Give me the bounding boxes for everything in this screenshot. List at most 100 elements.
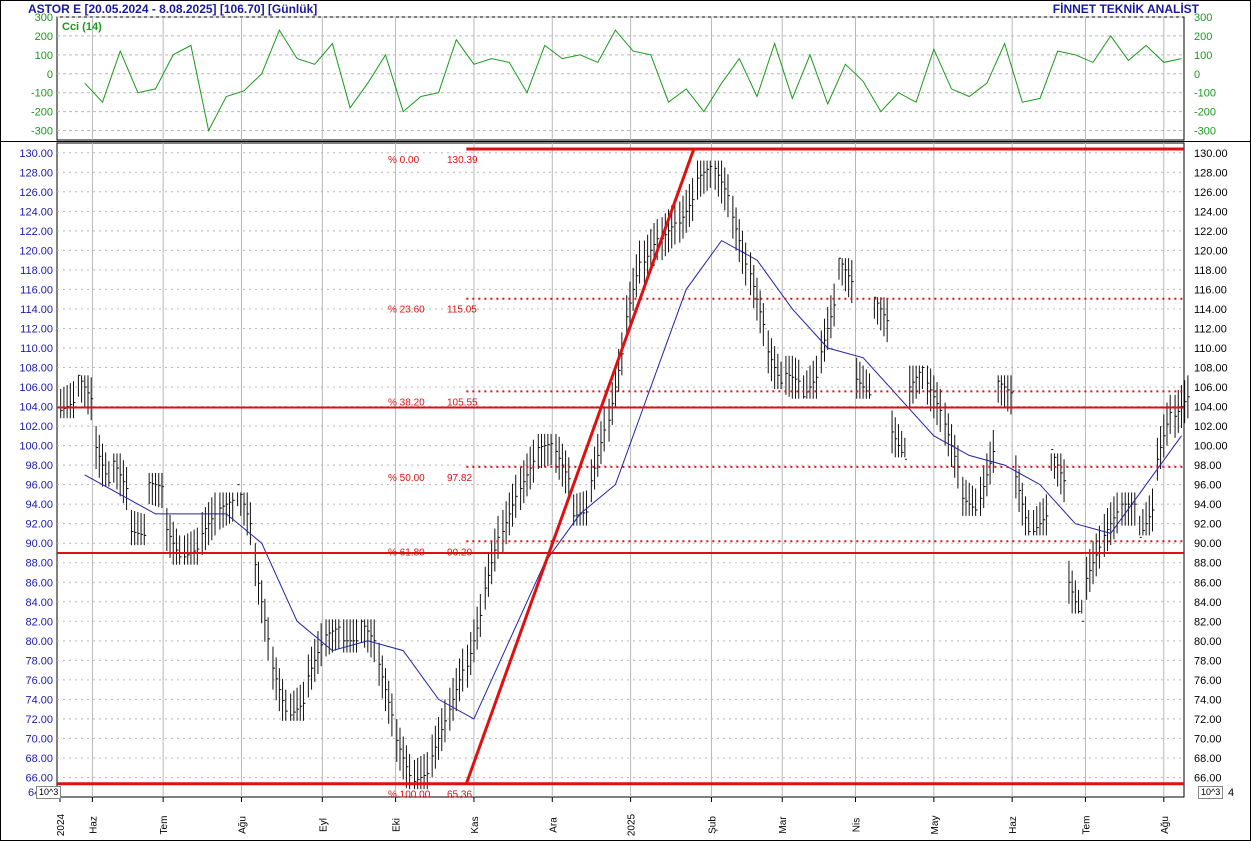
price-tick-left: 96.00 — [25, 480, 53, 492]
price-tick-left: 108.00 — [19, 363, 53, 375]
price-tick-right: 114.00 — [1194, 304, 1227, 316]
x-tick-label: May — [930, 816, 941, 835]
price-tick-left: 118.00 — [20, 265, 53, 277]
fib-pct-label: % 50.00 — [388, 473, 425, 484]
fib-value-label: 130.39 — [447, 155, 478, 166]
price-tick-left: 104.00 — [19, 402, 53, 414]
ind-tick-right: 200 — [1194, 31, 1212, 43]
x-tick-label: Eki — [392, 818, 403, 832]
price-tick-left: 116.00 — [20, 284, 53, 296]
price-tick-left: 98.00 — [25, 460, 53, 472]
price-tick-right: 124.00 — [1194, 206, 1228, 218]
fib-value-label: 115.05 — [447, 305, 477, 316]
x-tick-label: Haz — [1008, 816, 1019, 834]
vendor-label: FİNNET TEKNİK ANALİST — [1052, 2, 1199, 16]
price-tick-right: 94.00 — [1194, 499, 1222, 511]
x-tick-label: Ara — [548, 817, 559, 833]
price-tick-right: 100.00 — [1194, 441, 1228, 453]
moving-average-line — [84, 239, 1182, 720]
x-tick-label: Tem — [1081, 816, 1092, 835]
chart-canvas: 2024 Haz Tem Ağu Eyl Eki Kas Ara 2025 Şub Mar Nis Ma… — [0, 0, 1251, 841]
price-tick-right: 74.00 — [1194, 694, 1222, 706]
price-tick-right: 126.00 — [1194, 187, 1228, 199]
price-tick-right: 102.00 — [1194, 421, 1228, 433]
price-tick-right: 106.00 — [1194, 382, 1228, 394]
price-tick-right: 112.00 — [1194, 323, 1227, 335]
indicator-label: Cci (14) — [62, 21, 102, 33]
price-tick-left: 66.00 — [25, 772, 53, 784]
price-tick-left: 86.00 — [25, 577, 53, 589]
ind-tick-left: -100 — [31, 88, 53, 100]
price-tick-left: 68.00 — [25, 753, 53, 765]
price-tick-left: 100.00 — [19, 441, 53, 453]
price-tick-left: 76.00 — [25, 675, 53, 687]
price-tick-right: 76.00 — [1194, 675, 1222, 687]
price-tick-right: 80.00 — [1194, 636, 1222, 648]
ind-tick-right: -100 — [1194, 88, 1216, 100]
price-tick-right: 122.00 — [1194, 226, 1228, 238]
ind-tick-right: 0 — [1194, 69, 1200, 81]
price-tick-right: 110.00 — [1194, 343, 1227, 355]
price-tick-left: 94.00 — [25, 499, 53, 511]
price-tick-right: 130.00 — [1194, 148, 1228, 160]
outer-frame — [0, 0, 1251, 841]
price-tick-right: 88.00 — [1194, 558, 1222, 570]
x-tick-label: Eyl — [318, 818, 329, 832]
unit-left: 10^3 — [36, 786, 62, 799]
price-tick-left: 88.00 — [25, 558, 53, 570]
price-tick-right: 104.00 — [1194, 402, 1228, 414]
x-tick-label: Haz — [88, 816, 99, 834]
price-tick-right: 84.00 — [1194, 597, 1222, 609]
ind-tick-right: -200 — [1194, 107, 1216, 119]
x-tick-label: 2024 — [56, 813, 67, 836]
price-tick-right: 68.00 — [1194, 753, 1222, 765]
ind-tick-right: 100 — [1194, 50, 1212, 62]
price-tick-left: 80.00 — [25, 636, 53, 648]
price-tick-left: 126.00 — [19, 187, 53, 199]
price-tick-left: 120.00 — [19, 245, 53, 257]
unit-right: 10^3 — [1198, 786, 1224, 799]
price-tick-left: 110.00 — [20, 343, 53, 355]
x-tick-label: Mar — [778, 816, 789, 834]
price-tick-right: 72.00 — [1194, 714, 1222, 726]
price-tick-right: 108.00 — [1194, 363, 1228, 375]
price-tick-right: 120.00 — [1194, 245, 1228, 257]
price-tick-left: 114.00 — [20, 304, 53, 316]
price-tick-left: 112.00 — [20, 323, 53, 335]
ind-tick-left: 100 — [35, 50, 53, 62]
price-tick-left: 78.00 — [25, 655, 53, 667]
price-tick-left: 82.00 — [25, 616, 53, 628]
price-tick-left: 130.00 — [19, 148, 53, 160]
ind-tick-left: 0 — [47, 69, 53, 81]
price-tick-left: 128.00 — [19, 167, 53, 179]
price-tick-left: 70.00 — [25, 733, 53, 745]
cci-line — [84, 29, 1182, 132]
price-tick-left: 122.00 — [19, 226, 53, 238]
price-tick-right-bottom: 4 — [1228, 787, 1234, 799]
x-tick-label: 2025 — [627, 813, 638, 836]
price-tick-right: 92.00 — [1194, 519, 1222, 531]
x-tick-label: Ağu — [1160, 816, 1171, 834]
price-tick-right: 86.00 — [1194, 577, 1222, 589]
price-tick-left: 84.00 — [25, 597, 53, 609]
price-tick-right: 128.00 — [1194, 167, 1228, 179]
price-tick-right: 118.00 — [1194, 265, 1227, 277]
price-tick-left: 106.00 — [19, 382, 53, 394]
price-tick-right: 98.00 — [1194, 460, 1222, 472]
price-tick-right: 66.00 — [1194, 772, 1222, 784]
price-tick-left: 92.00 — [25, 519, 53, 531]
x-tick-label: Kas — [470, 816, 481, 833]
ind-tick-left: -300 — [31, 126, 53, 138]
x-tick-label: Tem — [159, 816, 170, 835]
fib-pct-label: % 0.00 — [388, 155, 420, 166]
ind-tick-left: 200 — [35, 31, 53, 43]
price-tick-right: 116.00 — [1194, 284, 1227, 296]
x-tick-label: Şub — [707, 816, 718, 834]
price-tick-left: 74.00 — [25, 694, 53, 706]
ind-tick-left: -200 — [31, 107, 53, 119]
fib-pct-label: % 100.00 — [388, 790, 431, 801]
price-tick-left: 102.00 — [19, 421, 53, 433]
price-tick-left: 90.00 — [25, 538, 53, 550]
x-tick-label: Ağu — [237, 816, 248, 834]
price-tick-right: 82.00 — [1194, 616, 1222, 628]
